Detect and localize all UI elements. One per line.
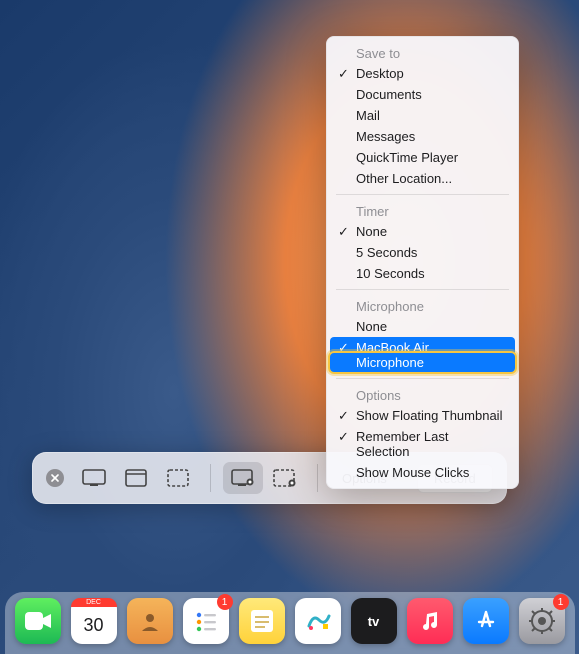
calendar-month: DEC: [71, 598, 117, 607]
capture-entire-screen-icon[interactable]: [74, 462, 114, 494]
contacts-app-icon[interactable]: [127, 598, 173, 644]
dock: DEC 30 1 tv 1: [5, 592, 575, 654]
record-entire-screen-icon[interactable]: [223, 462, 263, 494]
menu-item-label: 5 Seconds: [356, 245, 417, 260]
toolbar-divider: [210, 464, 211, 492]
facetime-app-icon[interactable]: [15, 598, 61, 644]
check-icon: ✓: [338, 429, 349, 445]
menu-item-remember-selection[interactable]: ✓ Remember Last Selection: [326, 426, 519, 462]
check-icon: ✓: [338, 408, 349, 424]
section-label-microphone: Microphone: [326, 295, 519, 316]
menu-item-label: MacBook Air Microphone: [356, 340, 429, 370]
menu-item-label: Documents: [356, 87, 422, 102]
menu-item-label: None: [356, 319, 387, 334]
menu-separator: [336, 289, 509, 290]
close-icon[interactable]: [46, 469, 64, 487]
menu-item-show-mouse-clicks[interactable]: Show Mouse Clicks: [326, 462, 519, 483]
menu-item-label: Other Location...: [356, 171, 452, 186]
badge: 1: [553, 594, 569, 610]
check-icon: ✓: [338, 340, 349, 356]
menu-item-floating-thumbnail[interactable]: ✓ Show Floating Thumbnail: [326, 405, 519, 426]
menu-item-timer-none[interactable]: ✓ None: [326, 221, 519, 242]
menu-item-label: 10 Seconds: [356, 266, 425, 281]
menu-item-label: Mail: [356, 108, 380, 123]
notes-app-icon[interactable]: [239, 598, 285, 644]
menu-item-label: Desktop: [356, 66, 404, 81]
menu-item-desktop[interactable]: ✓ Desktop: [326, 63, 519, 84]
check-icon: ✓: [338, 66, 349, 82]
menu-item-mail[interactable]: Mail: [326, 105, 519, 126]
menu-item-messages[interactable]: Messages: [326, 126, 519, 147]
menu-item-label: None: [356, 224, 387, 239]
menu-item-mic-macbook-air[interactable]: ✓ MacBook Air Microphone: [330, 337, 515, 373]
freeform-app-icon[interactable]: [295, 598, 341, 644]
options-menu: Save to ✓ Desktop Documents Mail Messages…: [326, 36, 519, 489]
menu-item-timer-10s[interactable]: 10 Seconds: [326, 263, 519, 284]
menu-item-label: Show Floating Thumbnail: [356, 408, 502, 423]
reminders-app-icon[interactable]: 1: [183, 598, 229, 644]
appstore-app-icon[interactable]: [463, 598, 509, 644]
capture-selection-icon[interactable]: [158, 462, 198, 494]
check-icon: ✓: [338, 224, 349, 240]
section-label-timer: Timer: [326, 200, 519, 221]
menu-item-quicktime[interactable]: QuickTime Player: [326, 147, 519, 168]
menu-separator: [336, 194, 509, 195]
section-label-options: Options: [326, 384, 519, 405]
toolbar-divider: [317, 464, 318, 492]
calendar-app-icon[interactable]: DEC 30: [71, 598, 117, 644]
badge: 1: [217, 594, 233, 610]
appletv-app-icon[interactable]: tv: [351, 598, 397, 644]
settings-app-icon[interactable]: 1: [519, 598, 565, 644]
calendar-day: 30: [83, 615, 103, 636]
menu-item-label: Messages: [356, 129, 415, 144]
menu-item-timer-5s[interactable]: 5 Seconds: [326, 242, 519, 263]
menu-item-other-location[interactable]: Other Location...: [326, 168, 519, 189]
menu-item-label: QuickTime Player: [356, 150, 458, 165]
record-selection-icon[interactable]: [265, 462, 305, 494]
menu-item-label: Show Mouse Clicks: [356, 465, 469, 480]
menu-item-documents[interactable]: Documents: [326, 84, 519, 105]
section-label-save-to: Save to: [326, 42, 519, 63]
menu-item-mic-none[interactable]: None: [326, 316, 519, 337]
menu-separator: [336, 378, 509, 379]
capture-window-icon[interactable]: [116, 462, 156, 494]
music-app-icon[interactable]: [407, 598, 453, 644]
menu-item-label: Remember Last Selection: [356, 429, 448, 459]
